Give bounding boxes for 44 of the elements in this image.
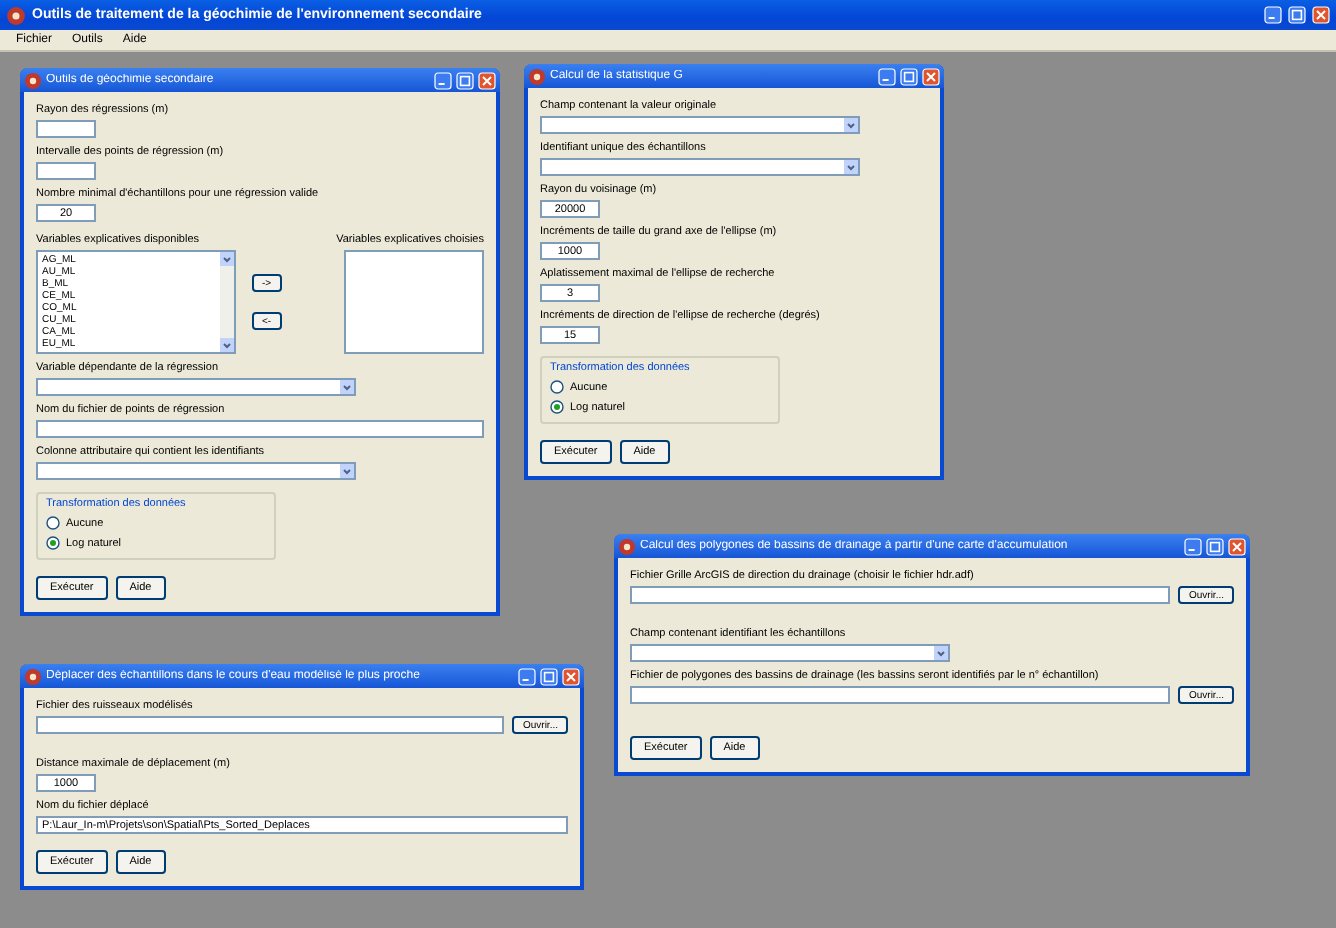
maximize-icon[interactable] bbox=[540, 667, 558, 685]
app-icon bbox=[618, 537, 636, 555]
maximize-icon[interactable] bbox=[900, 67, 918, 85]
text-field[interactable] bbox=[36, 420, 484, 438]
dropdown-field[interactable] bbox=[36, 462, 356, 480]
text-field[interactable] bbox=[630, 686, 1171, 704]
minimize-icon[interactable] bbox=[518, 667, 536, 685]
maximize-icon[interactable] bbox=[1288, 6, 1306, 24]
close-icon[interactable] bbox=[1228, 537, 1246, 555]
dropdown-field[interactable] bbox=[630, 644, 950, 662]
text-field[interactable] bbox=[36, 162, 96, 180]
close-icon[interactable] bbox=[1312, 6, 1330, 24]
app-icon bbox=[24, 71, 42, 89]
dropdown-arrow-icon[interactable] bbox=[340, 464, 354, 478]
maximize-icon[interactable] bbox=[456, 71, 474, 89]
app-icon bbox=[24, 667, 42, 685]
radio-button[interactable] bbox=[46, 536, 60, 550]
radio-button[interactable] bbox=[550, 400, 564, 414]
minimize-icon[interactable] bbox=[1264, 6, 1282, 24]
text-field[interactable] bbox=[36, 120, 96, 138]
list-box[interactable] bbox=[344, 250, 484, 354]
dropdown-field[interactable] bbox=[540, 158, 860, 176]
dropdown-arrow-icon[interactable] bbox=[340, 380, 354, 394]
minimize-icon[interactable] bbox=[434, 71, 452, 89]
close-icon[interactable] bbox=[922, 67, 940, 85]
close-icon[interactable] bbox=[478, 71, 496, 89]
minimize-icon[interactable] bbox=[1184, 537, 1202, 555]
close-icon[interactable] bbox=[562, 667, 580, 685]
dropdown-arrow-icon[interactable] bbox=[934, 646, 948, 660]
dropdown-arrow-icon[interactable] bbox=[844, 118, 858, 132]
dropdown-arrow-icon[interactable] bbox=[220, 338, 234, 352]
text-field[interactable] bbox=[630, 586, 1171, 604]
text-field[interactable] bbox=[36, 716, 505, 734]
dropdown-field[interactable] bbox=[36, 378, 356, 396]
maximize-icon[interactable] bbox=[1206, 537, 1224, 555]
dropdown-arrow-icon[interactable] bbox=[844, 160, 858, 174]
radio-button[interactable] bbox=[550, 380, 564, 394]
app-icon bbox=[6, 5, 26, 25]
scrollbar[interactable] bbox=[220, 252, 234, 352]
radio-button[interactable] bbox=[46, 516, 60, 530]
dropdown-field[interactable] bbox=[540, 116, 860, 134]
dropdown-arrow-icon[interactable] bbox=[220, 252, 234, 266]
minimize-icon[interactable] bbox=[878, 67, 896, 85]
app-icon bbox=[528, 67, 546, 85]
